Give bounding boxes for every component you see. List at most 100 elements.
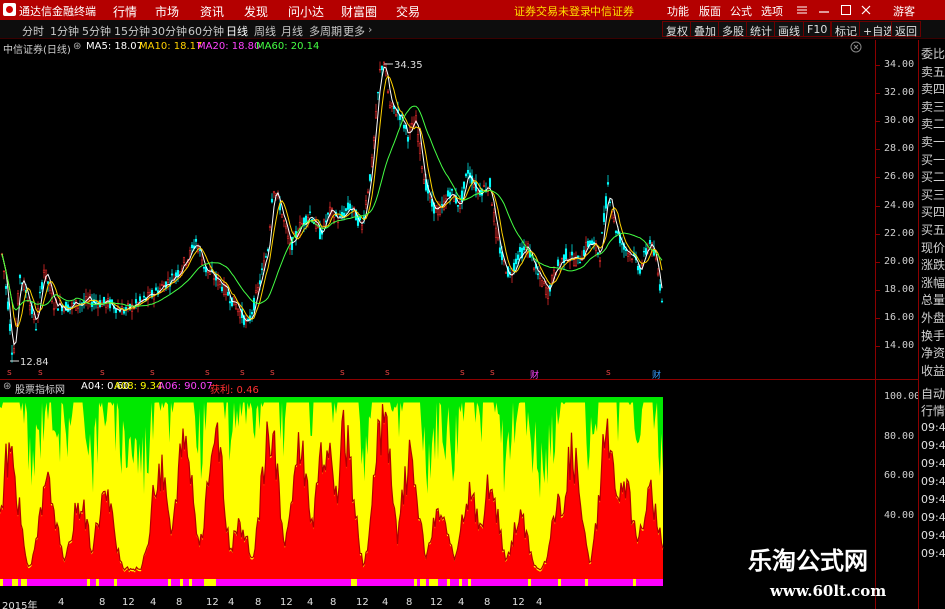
indicator-bottom-bar — [417, 579, 420, 586]
btn-tongji[interactable]: 统计 — [746, 21, 776, 38]
candle-body — [228, 301, 232, 304]
close-icon[interactable] — [860, 4, 872, 16]
menu-xuanxiang[interactable]: 选项 — [761, 3, 783, 19]
candle-body — [588, 240, 592, 244]
y-tick-mark — [876, 233, 880, 235]
pane-close-icon[interactable] — [850, 41, 862, 53]
indicator-bottom-bar — [219, 579, 222, 586]
period-monthly[interactable]: 月线 — [281, 23, 303, 39]
period-daily[interactable]: 日线 — [226, 23, 248, 39]
event-marker[interactable]: s — [385, 368, 390, 378]
indicator-bottom-bar — [255, 579, 258, 586]
indicator-bottom-bar — [240, 579, 243, 586]
menu-bar-icon[interactable] — [796, 4, 808, 16]
event-marker[interactable]: s — [490, 368, 495, 378]
menu-banmian[interactable]: 版面 — [699, 3, 721, 19]
btn-fuquan[interactable]: 复权 — [662, 21, 692, 38]
minimize-icon[interactable] — [818, 4, 830, 16]
event-marker[interactable]: s — [205, 368, 210, 378]
candle-body — [446, 190, 450, 197]
menu-zixun[interactable]: 资讯 — [200, 3, 224, 20]
event-marker[interactable]: s — [38, 368, 43, 378]
indicator-bottom-bar — [342, 579, 345, 586]
indicator-bottom-bar — [390, 579, 393, 586]
candle-body — [420, 166, 424, 170]
indicator-chart[interactable] — [0, 394, 875, 594]
period-15min[interactable]: 15分钟 — [114, 23, 150, 39]
indicator-bottom-bar — [597, 579, 600, 586]
menu-caifuquan[interactable]: 财富圈 — [341, 3, 377, 20]
period-1min[interactable]: 1分钟 — [50, 23, 79, 39]
period-fenshi[interactable]: 分时 — [22, 23, 44, 39]
indicator-bottom-bar — [198, 579, 201, 586]
btn-f10[interactable]: F10 — [803, 21, 832, 37]
indicator-bottom-bar — [525, 579, 528, 586]
candle-body — [236, 308, 240, 313]
maximize-icon[interactable] — [840, 4, 852, 16]
indicator-bottom-bar — [48, 579, 51, 586]
btn-huaxian[interactable]: 画线 — [774, 21, 804, 38]
indicator-bottom-bar — [387, 579, 390, 586]
ma60-label: MA60: 20.14 — [256, 41, 320, 52]
candle-body — [654, 257, 658, 260]
event-marker[interactable]: s — [606, 368, 611, 378]
title-bar: 通达信金融终端 行情 市场 资讯 发现 问小达 财富圈 交易 证券交易未登录 中… — [0, 0, 945, 20]
event-marker[interactable]: s — [270, 368, 275, 378]
period-5min[interactable]: 5分钟 — [82, 23, 111, 39]
candle-body — [174, 272, 178, 277]
period-more[interactable]: 更多 — [343, 23, 365, 39]
event-marker[interactable]: s — [7, 368, 12, 378]
quote-field-label: 买四 — [921, 205, 945, 220]
indicator-bottom-bar — [504, 579, 507, 586]
kline-chart[interactable]: 34.35 12.84 — [0, 54, 875, 379]
indicator-bottom-bar — [231, 579, 234, 586]
candle-body — [596, 252, 600, 255]
period-multi[interactable]: 多周期 — [309, 23, 342, 39]
event-marker[interactable]: s — [340, 368, 345, 378]
menu-gongshi[interactable]: 公式 — [730, 3, 752, 19]
indicator-bottom-bar — [114, 579, 117, 586]
period-60min[interactable]: 60分钟 — [188, 23, 224, 39]
menu-jiaoyi[interactable]: 交易 — [396, 3, 420, 20]
tick-panel-label[interactable]: 自动 — [921, 385, 945, 402]
candle-body — [472, 184, 476, 188]
event-marker[interactable]: s — [100, 368, 105, 378]
tick-panel-label[interactable]: 行情 — [921, 402, 945, 419]
y-tick-mark — [876, 346, 880, 347]
period-30min[interactable]: 30分钟 — [151, 23, 187, 39]
indicator-bottom-bar — [249, 579, 252, 586]
btn-fanhui[interactable]: 返回 — [891, 21, 921, 38]
indicator-bottom-bar — [126, 579, 129, 586]
y-tick-label: 30.00 — [884, 115, 915, 127]
event-marker[interactable]: s — [150, 368, 155, 378]
menu-gongneng[interactable]: 功能 — [667, 3, 689, 19]
btn-diejia[interactable]: 叠加 — [690, 21, 720, 38]
indicator-bottom-bar — [642, 579, 645, 586]
btn-biaoji[interactable]: 标记 — [831, 21, 861, 38]
event-marker[interactable]: s — [240, 368, 245, 378]
user-label[interactable]: 游客 — [893, 3, 915, 19]
ma-info-line: 中信证券(日线) ⊛ MA5: 18.07 MA10: 18.17 MA20: … — [0, 40, 875, 56]
chevron-right-icon[interactable]: › — [368, 23, 372, 36]
indicator-bottom-bar — [321, 579, 324, 586]
indicator-bottom-bar — [39, 579, 42, 586]
candle-body — [388, 104, 392, 108]
indicator-settings-icon[interactable]: ⊛ — [3, 381, 11, 392]
indicator-bottom-bar — [204, 579, 207, 586]
menu-faxian[interactable]: 发现 — [244, 3, 268, 20]
login-warning[interactable]: 证券交易未登录 — [514, 3, 591, 19]
menu-shichang[interactable]: 市场 — [155, 3, 179, 20]
indicator-bottom-bar — [102, 579, 105, 586]
candle-body — [120, 306, 124, 315]
indicator-bottom-bar — [351, 579, 354, 586]
menu-wenxiaoda[interactable]: 问小达 — [288, 3, 324, 20]
period-weekly[interactable]: 周线 — [254, 23, 276, 39]
event-marker[interactable]: s — [460, 368, 465, 378]
indicator-bottom-bar — [318, 579, 321, 586]
indicator-bottom-bar — [624, 579, 627, 586]
chart-settings-icon[interactable]: ⊛ — [73, 41, 81, 52]
menu-hangqing[interactable]: 行情 — [113, 3, 137, 20]
candle-body — [370, 157, 374, 167]
candle-body — [322, 219, 326, 227]
btn-duogu[interactable]: 多股 — [718, 21, 748, 38]
